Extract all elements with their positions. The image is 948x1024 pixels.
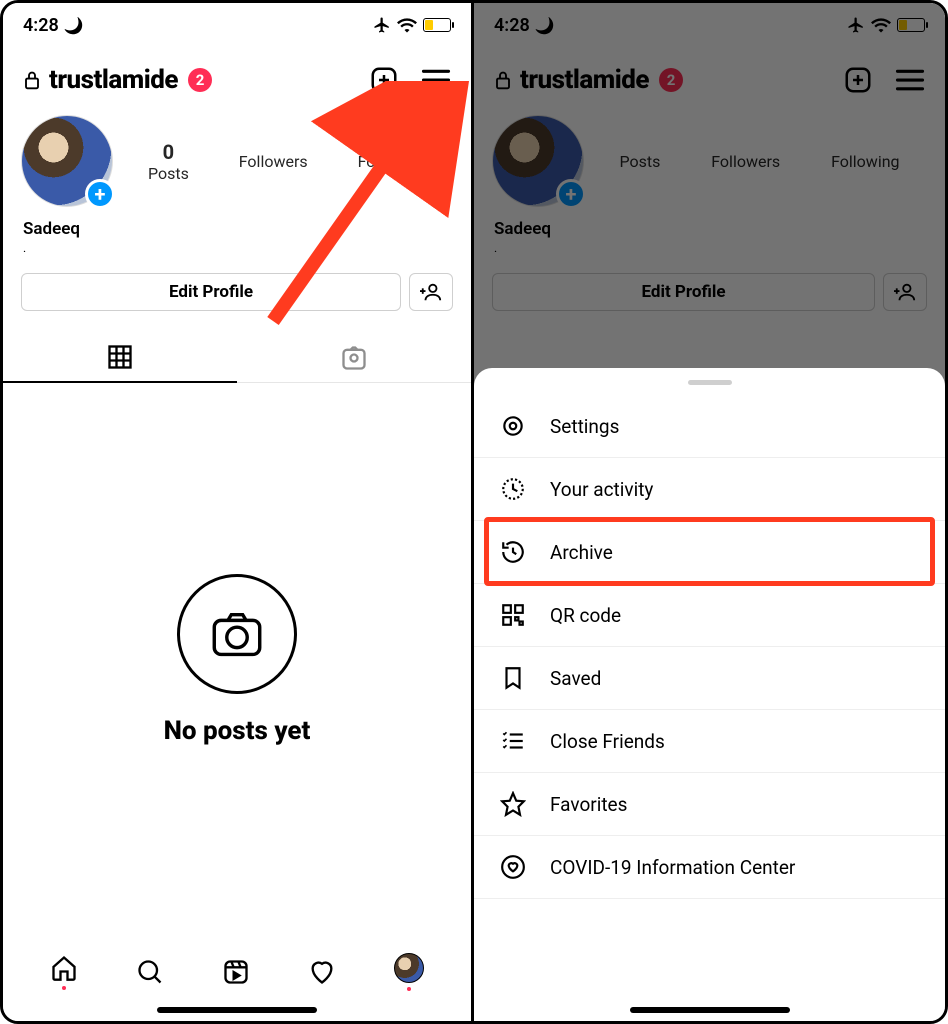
menu-item-label: Settings (550, 415, 619, 438)
menu-item-archive[interactable]: Archive (474, 521, 945, 584)
home-indicator (157, 1007, 317, 1013)
archive-icon (498, 539, 528, 565)
qrcode-icon (498, 602, 528, 628)
sheet-handle[interactable] (688, 380, 732, 385)
menu-item-saved[interactable]: Saved (474, 647, 945, 710)
display-name: Sadeeq (3, 213, 471, 241)
profile-header: trustlamide 2 (3, 47, 471, 105)
stat-following[interactable]: Following (358, 152, 426, 171)
nav-activity[interactable] (308, 958, 336, 986)
camera-icon (177, 574, 297, 694)
menu-item-label: Favorites (550, 793, 627, 816)
left-pane: 4:28 trustlamide 2 (3, 3, 474, 1021)
activity-icon (498, 476, 528, 502)
discover-people-button[interactable] (409, 273, 453, 311)
notification-badge[interactable]: 2 (188, 68, 212, 92)
menu-item-label: Close Friends (550, 730, 665, 753)
menu-item-label: Your activity (550, 478, 653, 501)
nav-search[interactable] (136, 958, 164, 986)
screenshot-pair: 4:28 trustlamide 2 (0, 0, 948, 1024)
status-bar: 4:28 (3, 3, 471, 47)
nav-avatar-icon (394, 953, 424, 983)
close-friends-icon (498, 728, 528, 754)
empty-message: No posts yet (164, 716, 311, 746)
gear-icon (498, 413, 528, 439)
status-time: 4:28 (23, 15, 59, 36)
menu-item-covid-19-information-center[interactable]: COVID-19 Information Center (474, 836, 945, 899)
create-post-button[interactable] (369, 65, 399, 95)
grid-tab[interactable] (3, 333, 237, 383)
stat-posts[interactable]: 0 Posts (148, 140, 189, 183)
menu-item-label: Saved (550, 667, 601, 690)
tagged-tab[interactable] (237, 333, 471, 383)
bio-text: . (3, 241, 471, 255)
stats-row: + 0 Posts Followers Following (3, 105, 471, 213)
airplane-mode-icon (373, 16, 391, 34)
right-pane: 4:28 trustlamide 2 (474, 3, 945, 1021)
nav-profile[interactable] (394, 953, 424, 991)
heart-info-icon (498, 854, 528, 880)
menu-item-qr-code[interactable]: QR code (474, 584, 945, 647)
menu-button[interactable] (421, 68, 451, 92)
menu-item-label: Archive (550, 541, 613, 564)
bookmark-icon (498, 665, 528, 691)
username-label[interactable]: trustlamide (49, 65, 178, 95)
add-story-icon[interactable]: + (85, 179, 115, 209)
profile-tabs (3, 333, 471, 383)
empty-state: No posts yet (3, 383, 471, 937)
menu-item-your-activity[interactable]: Your activity (474, 458, 945, 521)
menu-item-favorites[interactable]: Favorites (474, 773, 945, 836)
bottom-nav (3, 937, 471, 1007)
avatar[interactable]: + (21, 115, 113, 207)
menu-list: Settings Your activity Archive QR code Saved… (474, 395, 945, 899)
do-not-disturb-icon (64, 15, 84, 36)
wifi-icon (397, 17, 417, 33)
nav-reels[interactable] (222, 958, 250, 986)
star-icon (498, 791, 528, 817)
home-indicator (630, 1007, 790, 1013)
edit-profile-row: Edit Profile (3, 255, 471, 319)
stat-followers[interactable]: Followers (239, 152, 308, 171)
menu-item-label: QR code (550, 604, 621, 627)
nav-home[interactable] (50, 954, 78, 990)
menu-item-close-friends[interactable]: Close Friends (474, 710, 945, 773)
menu-sheet: Settings Your activity Archive QR code Saved… (474, 368, 945, 1021)
edit-profile-button[interactable]: Edit Profile (21, 273, 401, 311)
lock-icon (23, 69, 41, 91)
menu-item-label: COVID-19 Information Center (550, 856, 795, 879)
battery-icon (423, 18, 451, 32)
menu-item-settings[interactable]: Settings (474, 395, 945, 458)
